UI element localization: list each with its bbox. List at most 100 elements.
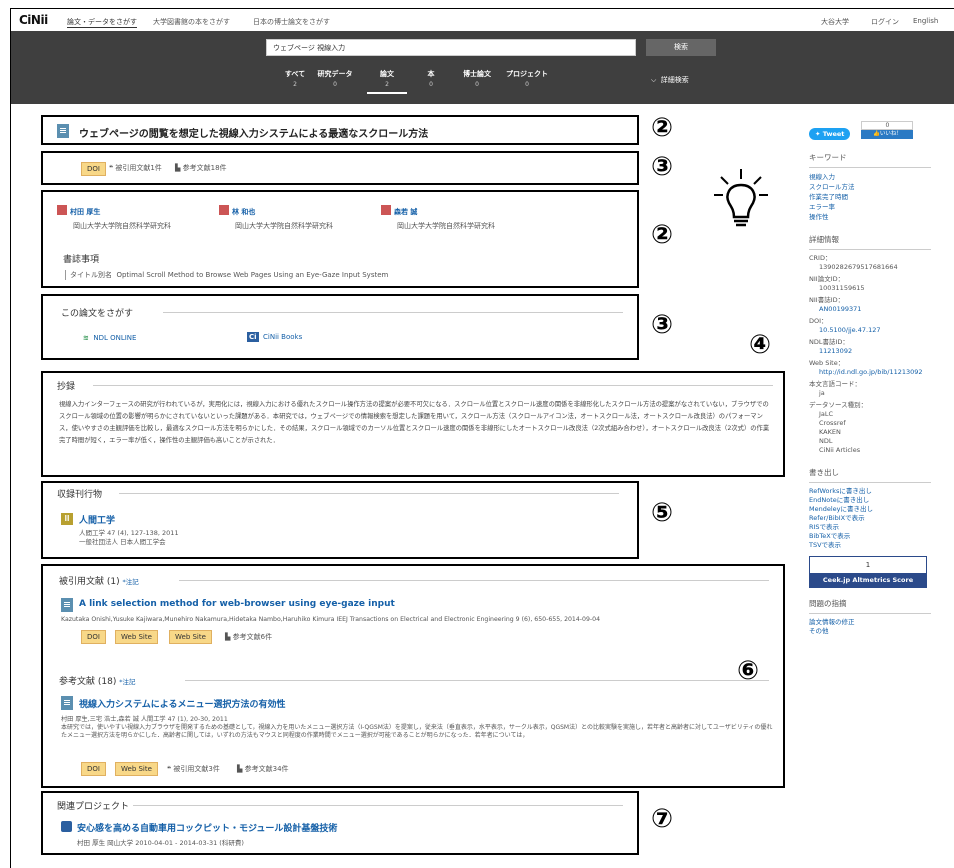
like-count: 0 [861,121,914,130]
marker-4: ④ [749,330,772,360]
citations-note-link[interactable]: *注記 [123,578,139,586]
author-3[interactable]: 森若 誠 岡山大学大学院自然科学研究科 [381,199,511,231]
project-icon [61,821,72,832]
divider [93,385,773,386]
keyword-link[interactable]: 操作性 [809,212,931,222]
source-item: Crossref [819,419,846,427]
export-link[interactable]: Mendeleyに書き出し [809,505,931,514]
report-link[interactable]: その他 [809,627,931,636]
cinii-books-link[interactable]: Ci CiNii Books [247,332,302,342]
report-link[interactable]: 論文情報の修正 [809,618,931,627]
tab-projects[interactable]: プロジェクト 0 [503,69,551,88]
export-link[interactable]: TSVで表示 [809,541,931,550]
web-link[interactable]: http://id.ndl.go.jp/bib/11213092 [819,368,931,377]
login-link[interactable]: ログイン [871,17,899,27]
person-icon [219,204,229,215]
ndl-icon: ≋ [83,334,89,342]
naid-value: 10031159615 [819,284,865,292]
thumbs-up-icon: 👍 [873,131,880,137]
reference-title[interactable]: 視線入力システムによるメニュー選択方法の有効性 [79,697,285,710]
tab-books[interactable]: 本0 [411,69,451,88]
top-bar: CiNii 論文・データをさがす 大学図書館の本をさがす 日本の博士論文をさがす… [11,9,954,31]
lightbulb-icon [714,169,768,227]
citation-doi-tag[interactable]: DOI [81,630,106,644]
divider [809,482,931,483]
ndl-link[interactable]: 11213092 [819,347,931,356]
author-1[interactable]: 村田 厚生 岡山大学大学院自然科学研究科 [57,199,187,231]
doi-tag[interactable]: DOI [81,162,106,176]
marker-3: ③ [651,152,674,182]
search-input[interactable]: ウェブページ 視線入力 [266,39,636,56]
tab-articles[interactable]: 論文・データをさがす [67,17,137,28]
export-heading: 書き出し [809,468,839,477]
marker-2: ② [651,113,674,143]
language-link[interactable]: English [913,17,938,25]
ncid-link[interactable]: AN00199371 [819,305,931,314]
document-icon [61,598,73,612]
tab-papers[interactable]: 論文 2 [367,69,407,94]
projects-heading: 関連プロジェクト [57,802,130,812]
tab-doctoral[interactable]: 博士論文 0 [457,69,497,88]
citation-title[interactable]: A link selection method for web-browser … [79,599,395,609]
altmetrics-label: Ceek.jp Altmetrics Score [810,573,926,587]
citation-refs-count[interactable]: ▙ 参考文献6件 [225,632,272,642]
tab-university-books[interactable]: 大学図書館の本をさがす [153,17,230,27]
ncid-label: NII書誌ID： [809,296,845,304]
journal-publisher: 一般社団法人 日本人間工学会 [79,538,166,546]
export-link[interactable]: RISで表示 [809,523,931,532]
journal-icon: Ⅲ [61,513,73,525]
keyword-link[interactable]: スクロール方法 [809,182,931,192]
person-icon [381,204,391,215]
tab-research-data[interactable]: 研究データ 0 [315,69,355,88]
alt-title: タイトル別名 Optimal Scroll Method to Browse W… [65,270,388,280]
citation-meta: Kazutaka Onishi,Yusuke Kajiwara,Munehiro… [61,616,601,623]
search-button[interactable]: 検索 [646,39,716,56]
citations-heading: 被引用文献 (1) *注記 [59,577,139,587]
document-icon [61,696,73,710]
divider [119,493,619,494]
journal-name[interactable]: 人間工学 [79,513,115,526]
source-item: KAKEN [819,428,841,436]
university-name[interactable]: 大谷大学 [821,17,849,27]
reference-cited-count[interactable]: ❝ 被引用文献3件 [167,764,220,774]
like-button[interactable]: 👍いいね！ [861,130,914,139]
keyword-link[interactable]: エラー率 [809,202,931,212]
citation-website-tag[interactable]: Web Site [115,630,158,644]
crid-label: CRID： [809,254,832,262]
citation-website-tag[interactable]: Web Site [169,630,212,644]
lang-value: ja [819,389,825,397]
marker-2: ② [651,220,674,250]
search-band: ウェブページ 視線入力 検索 すべて 2 研究データ 0 論文 2 本0 博士論文 0 … [11,31,954,104]
lang-label: 本文言語コード： [809,380,861,388]
doi-link[interactable]: 10.5100/jje.47.127 [819,326,931,335]
ndl-online-link[interactable]: ≋ NDL ONLINE [83,334,136,342]
marker-3: ③ [651,310,674,340]
doi-label: DOI： [809,317,828,325]
references-count[interactable]: ▙ 参考文献18件 [175,163,227,173]
like-widget[interactable]: 0 👍いいね！ [861,121,914,139]
export-link[interactable]: RefWorksに書き出し [809,487,931,496]
book-icon: ▙ [225,633,231,641]
export-link[interactable]: EndNoteに書き出し [809,496,931,505]
divider [133,805,623,806]
tab-all[interactable]: すべて 2 [275,69,315,88]
altmetrics-widget[interactable]: 1 Ceek.jp Altmetrics Score [809,556,927,588]
cinii-logo[interactable]: CiNii [19,13,48,27]
project-title[interactable]: 安心感を高める自動車用コックピット・モジュール設計基盤技術 [77,821,337,834]
keyword-link[interactable]: 視線入力 [809,172,931,182]
reference-doi-tag[interactable]: DOI [81,762,106,776]
references-note-link[interactable]: *注記 [119,678,135,686]
document-icon [57,124,69,138]
find-heading: この論文をさがす [61,309,134,319]
export-link[interactable]: Refer/BibIXで表示 [809,514,931,523]
export-link[interactable]: BibTeXで表示 [809,532,931,541]
naid-label: NII論文ID： [809,275,845,283]
cited-by-count[interactable]: ❝ 被引用文献1件 [109,163,162,173]
author-2[interactable]: 林 和也 岡山大学大学院自然科学研究科 [219,199,349,231]
tweet-button[interactable]: ✦ Tweet [809,128,851,140]
tab-dissertations[interactable]: 日本の博士論文をさがす [253,17,330,27]
advanced-search[interactable]: ⌵ 詳細検索 [651,75,689,85]
reference-refs-count[interactable]: ▙ 参考文献34件 [237,764,289,774]
keyword-link[interactable]: 作業完了時間 [809,192,931,202]
reference-website-tag[interactable]: Web Site [115,762,158,776]
